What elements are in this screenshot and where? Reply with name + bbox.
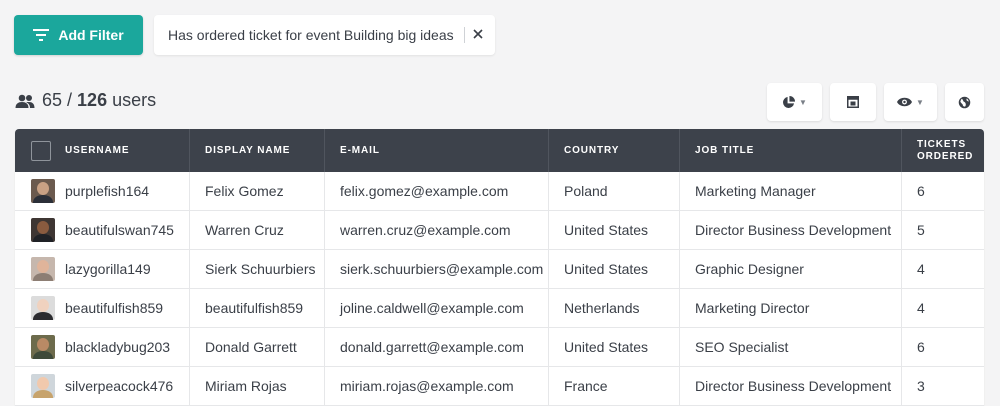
caret-down-icon: ▼	[799, 97, 807, 107]
cell-display-name: Donald Garrett	[189, 327, 324, 367]
cell-tickets-ordered: 6	[901, 171, 984, 211]
cell-username[interactable]: blackladybug203	[15, 328, 189, 367]
cell-tickets-ordered: 4	[901, 249, 984, 289]
table-row[interactable]: lazygorilla149 Sierk Schuurbiers sierk.sch…	[15, 249, 984, 289]
pie-chart-icon	[783, 95, 796, 108]
cell-job-title: SEO Specialist	[679, 327, 901, 367]
column-header-username[interactable]: Username	[15, 129, 189, 172]
avatar	[31, 335, 55, 359]
cell-job-title: Director Business Development	[679, 210, 901, 250]
cell-country: United States	[548, 249, 679, 289]
cell-display-name: Felix Gomez	[189, 171, 324, 211]
add-filter-button[interactable]: Add Filter	[14, 15, 143, 55]
users-table: Username Display Name E-mail Country Job…	[15, 129, 984, 406]
cell-job-title: Director Business Development	[679, 366, 901, 406]
cell-job-title: Marketing Director	[679, 288, 901, 328]
avatar	[31, 257, 55, 281]
cell-username[interactable]: purplefish164	[15, 172, 189, 211]
cell-display-name: Sierk Schuurbiers	[189, 249, 324, 289]
avatar	[31, 179, 55, 203]
globe-button[interactable]	[945, 83, 984, 121]
cell-username[interactable]: silverpeacock476	[15, 367, 189, 406]
cell-job-title: Graphic Designer	[679, 249, 901, 289]
select-all-checkbox[interactable]	[31, 140, 51, 161]
cell-email: felix.gomez@example.com	[324, 171, 548, 211]
close-icon[interactable]	[473, 27, 483, 43]
column-header-country[interactable]: Country	[548, 129, 679, 172]
count-separator: /	[67, 90, 73, 110]
table-toolbar: ▼ ▼	[759, 83, 984, 121]
add-filter-label: Add Filter	[58, 27, 124, 43]
users-icon	[15, 94, 35, 108]
filter-icon	[33, 29, 50, 41]
visibility-button[interactable]: ▼	[884, 83, 937, 121]
cell-username[interactable]: beautifulfish859	[15, 289, 189, 328]
table-row[interactable]: blackladybug203 Donald Garrett donald.garr…	[15, 327, 984, 367]
column-header-job-title[interactable]: Job Title	[679, 129, 901, 172]
cell-email: sierk.schuurbiers@example.com	[324, 249, 548, 289]
cell-tickets-ordered: 6	[901, 327, 984, 367]
layout-icon	[847, 96, 859, 108]
cell-display-name: beautifulfish859	[189, 288, 324, 328]
column-header-tickets-ordered[interactable]: Tickets Ordered	[901, 129, 984, 172]
cell-email: donald.garrett@example.com	[324, 327, 548, 367]
cell-country: France	[548, 366, 679, 406]
avatar	[31, 218, 55, 242]
filter-bar: Add Filter Has ordered ticket for event …	[14, 15, 495, 55]
user-count: 65 / 126 users	[15, 90, 156, 111]
chip-divider	[463, 27, 465, 43]
caret-down-icon: ▼	[916, 97, 924, 107]
column-header-display-name[interactable]: Display Name	[189, 129, 324, 172]
column-header-email[interactable]: E-mail	[324, 129, 548, 172]
cell-display-name: Warren Cruz	[189, 210, 324, 250]
layout-button[interactable]	[830, 83, 876, 121]
cell-job-title: Marketing Manager	[679, 171, 901, 211]
active-filter-text: Has ordered ticket for event Building bi…	[168, 27, 454, 43]
table-row[interactable]: purplefish164 Felix Gomez felix.gomez@exam…	[15, 171, 984, 211]
total-count: 126	[77, 90, 108, 110]
table-row[interactable]: silverpeacock476 Miriam Rojas miriam.rojas…	[15, 366, 984, 406]
cell-tickets-ordered: 4	[901, 288, 984, 328]
cell-username[interactable]: lazygorilla149	[15, 250, 189, 289]
cell-country: Poland	[548, 171, 679, 211]
table-row[interactable]: beautifulfish859 beautifulfish859 joline.c…	[15, 288, 984, 328]
avatar	[31, 296, 55, 320]
cell-tickets-ordered: 3	[901, 366, 984, 406]
cell-country: Netherlands	[548, 288, 679, 328]
eye-icon	[897, 97, 913, 107]
active-filter-chip[interactable]: Has ordered ticket for event Building bi…	[154, 15, 495, 55]
cell-email: joline.caldwell@example.com	[324, 288, 548, 328]
cell-email: warren.cruz@example.com	[324, 210, 548, 250]
cell-tickets-ordered: 5	[901, 210, 984, 250]
cell-email: miriam.rojas@example.com	[324, 366, 548, 406]
cell-username[interactable]: beautifulswan745	[15, 211, 189, 250]
table-row[interactable]: beautifulswan745 Warren Cruz warren.cruz@e…	[15, 210, 984, 250]
shown-count: 65	[42, 90, 63, 110]
chart-button[interactable]: ▼	[767, 83, 822, 121]
globe-icon	[958, 96, 971, 108]
count-unit: users	[112, 90, 157, 110]
cell-country: United States	[548, 327, 679, 367]
table-header: Username Display Name E-mail Country Job…	[15, 129, 984, 172]
table-body: purplefish164 Felix Gomez felix.gomez@exam…	[15, 171, 984, 406]
avatar	[31, 374, 55, 398]
cell-country: United States	[548, 210, 679, 250]
cell-display-name: Miriam Rojas	[189, 366, 324, 406]
